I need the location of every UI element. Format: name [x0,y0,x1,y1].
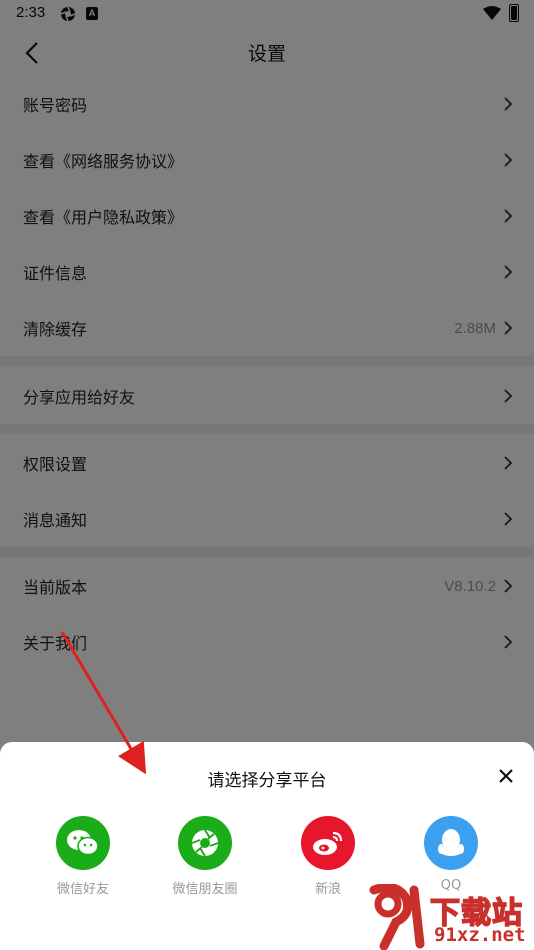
share-option-label: 微信朋友圈 [172,882,238,897]
wechat-icon [56,816,110,870]
share-sheet-title: 请选择分享平台 [207,771,327,791]
watermark-logo-icon [369,882,425,950]
watermark-url: 91xz.net [434,924,526,946]
share-option-wechat[interactable]: 微信好友 [33,816,133,897]
share-option-label: 微信好友 [56,882,109,897]
watermark: 下载站 91xz.net [362,882,534,950]
moments-icon [178,816,232,870]
share-option-qq[interactable]: QQ [401,816,501,893]
close-icon[interactable] [496,766,516,786]
share-option-moments[interactable]: 微信朋友圈 [155,816,255,897]
qq-icon [424,816,478,870]
weibo-icon [301,816,355,870]
